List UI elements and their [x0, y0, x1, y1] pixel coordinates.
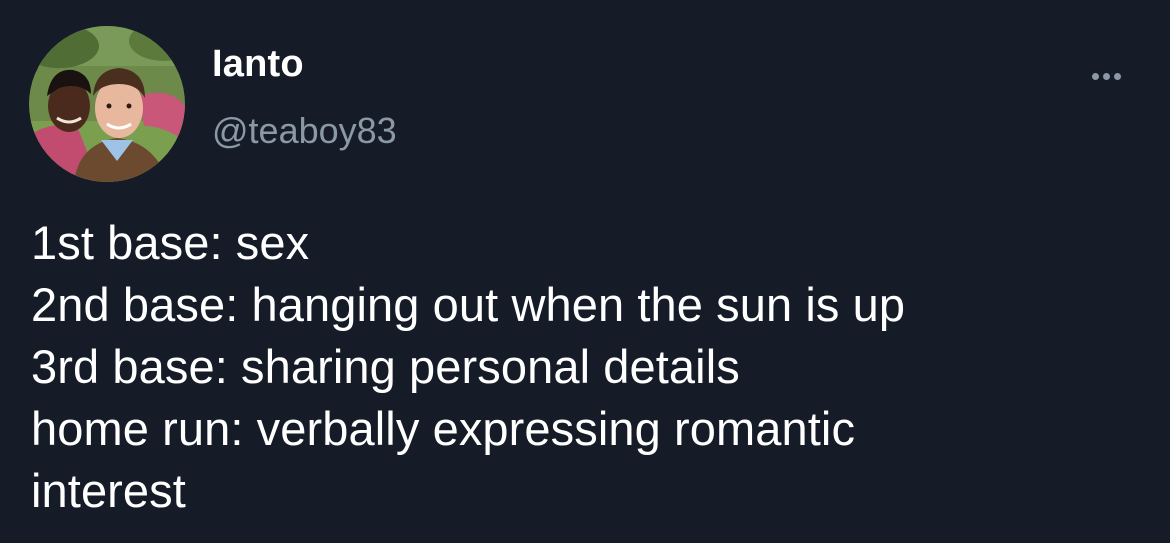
tweet-card: Ianto @teaboy83 1st base: sex 2nd base: …	[0, 0, 1170, 543]
tweet-text: 1st base: sex 2nd base: hanging out when…	[31, 212, 1141, 522]
tweet-text-line: 2nd base: hanging out when the sun is up	[31, 278, 906, 331]
tweet-text-line: 1st base: sex	[31, 216, 310, 269]
more-dot	[1102, 72, 1110, 80]
tweet-text-line: interest	[31, 464, 186, 517]
tweet-text-line: home run: verbally expressing romantic	[31, 402, 856, 455]
avatar[interactable]	[29, 26, 185, 182]
display-name[interactable]: Ianto	[212, 42, 304, 86]
more-options-icon[interactable]	[1083, 60, 1129, 92]
avatar-photo	[29, 26, 185, 182]
more-dot	[1091, 72, 1099, 80]
more-dot	[1113, 72, 1121, 80]
user-handle[interactable]: @teaboy83	[212, 110, 397, 152]
tweet-text-line: 3rd base: sharing personal details	[31, 340, 740, 393]
